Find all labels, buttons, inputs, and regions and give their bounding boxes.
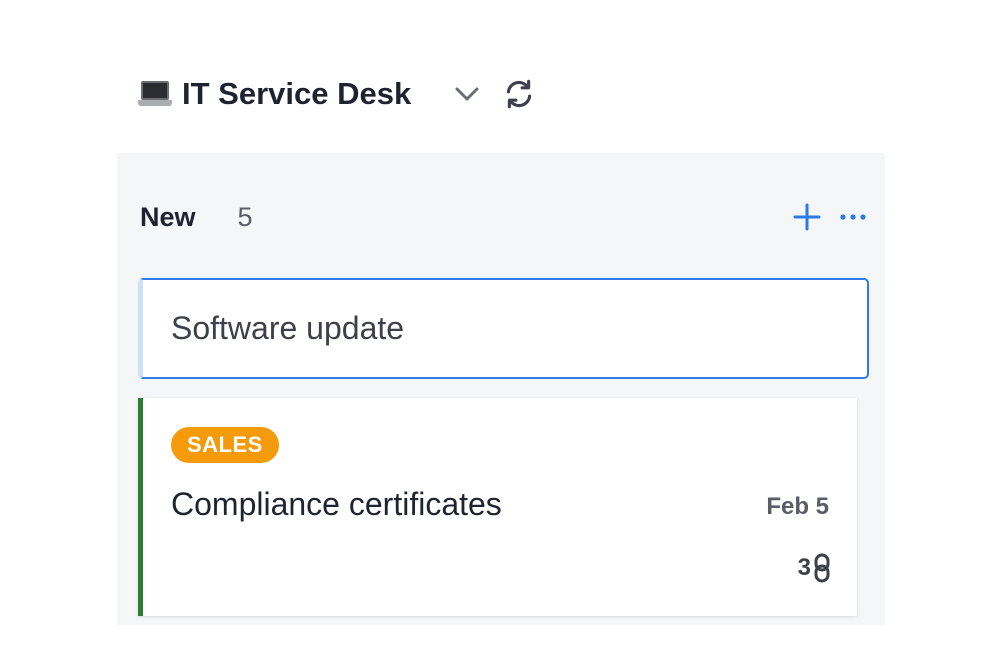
column-title: New (140, 201, 196, 232)
add-card-button[interactable] (789, 199, 825, 235)
board-dropdown-button[interactable] (449, 76, 485, 112)
links-count-value: 3 (797, 554, 811, 581)
link-icon (813, 553, 831, 583)
card-links-count[interactable]: 3 (798, 553, 831, 583)
plus-icon (793, 203, 821, 231)
board-title: IT Service Desk (182, 76, 412, 111)
board-title-group[interactable]: IT Service Desk (138, 76, 411, 112)
refresh-icon (507, 79, 532, 109)
card-tag[interactable]: SALES (171, 427, 279, 463)
kanban-column-new: New 5 SALES Compliance certificates Feb … (117, 153, 885, 625)
more-horizontal-icon (840, 214, 866, 220)
chevron-down-icon (455, 87, 479, 101)
task-card[interactable]: SALES Compliance certificates Feb 5 3 (138, 398, 857, 616)
board-header: IT Service Desk (138, 72, 537, 116)
card-due-date: Feb 5 (766, 493, 829, 520)
column-card-count: 5 (237, 201, 253, 232)
column-actions (789, 199, 869, 235)
card-title: Compliance certificates (171, 486, 502, 522)
column-more-button[interactable] (837, 199, 869, 235)
refresh-button[interactable] (501, 76, 537, 112)
column-header: New 5 (140, 197, 869, 237)
laptop-icon (138, 79, 172, 109)
new-card-title-input[interactable] (138, 278, 869, 379)
